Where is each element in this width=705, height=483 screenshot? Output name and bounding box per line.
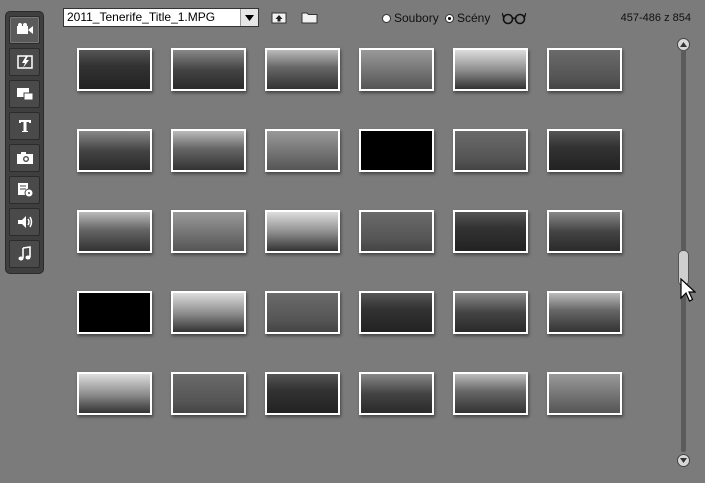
scene-thumbnail[interactable] [77, 129, 152, 172]
titles-tab[interactable] [9, 112, 40, 140]
view-scenes-label: Scény [457, 11, 491, 25]
scene-image-forest-trail [79, 50, 150, 89]
scene-image-flower-bush [79, 374, 150, 413]
chevron-down-icon [680, 458, 687, 463]
folder-icon [301, 12, 317, 24]
scene-image-garden-palms [455, 293, 526, 332]
title-text-icon [18, 120, 31, 132]
source-file-value: 2011_Tenerife_Title_1.MPG [67, 10, 216, 24]
scene-thumbnail[interactable] [171, 291, 246, 334]
music-tab[interactable] [9, 240, 40, 268]
scene-thumbnail[interactable] [453, 210, 528, 253]
scene-image-people-viewpoint [455, 50, 526, 89]
scene-thumbnail[interactable] [547, 48, 622, 91]
scene-thumbnail[interactable] [453, 372, 528, 415]
scene-thumbnail[interactable] [171, 210, 246, 253]
scene-image-black-frame [79, 293, 150, 332]
scene-thumbnail[interactable] [359, 372, 434, 415]
scene-thumbnail[interactable] [265, 48, 340, 91]
scene-thumbnail[interactable] [359, 291, 434, 334]
scene-image-green-hills [455, 131, 526, 170]
glasses-icon[interactable] [501, 11, 527, 30]
pip-tab[interactable] [9, 80, 40, 108]
scene-image-garden-trees [361, 293, 432, 332]
scene-image-black-frame [361, 131, 432, 170]
scene-image-forest-trees [173, 50, 244, 89]
scene-image-mountain-valley [267, 50, 338, 89]
scene-thumbnail[interactable] [453, 291, 528, 334]
transition-icon [16, 55, 33, 69]
scene-range-label: 457-486 z 854 [620, 12, 691, 24]
scene-thumbnail[interactable] [547, 129, 622, 172]
video-scenes-tab[interactable] [9, 16, 40, 44]
sound-effects-icon [17, 216, 32, 228]
scene-thumbnail[interactable] [77, 291, 152, 334]
scene-image-misty-ridge [361, 50, 432, 89]
menu-disc-icon [17, 183, 33, 198]
scene-thumbnail[interactable] [359, 129, 434, 172]
browse-folder-button[interactable] [300, 10, 318, 25]
scene-image-coastal-town [549, 212, 620, 251]
scene-image-shrub-valley [267, 212, 338, 251]
scene-thumbnail[interactable] [171, 372, 246, 415]
scene-image-coastal-mountain [455, 212, 526, 251]
sound-effects-tab[interactable] [9, 208, 40, 236]
scene-image-tree-avenue [549, 374, 620, 413]
picture-in-picture-icon [16, 88, 33, 101]
media-category-toolbar [6, 12, 43, 273]
view-scenes-radio[interactable]: Scény [445, 11, 490, 25]
scene-image-dark-cliff-sunset [79, 131, 150, 170]
scene-thumbnail[interactable] [265, 372, 340, 415]
scene-image-flower-garden [267, 374, 338, 413]
scene-image-green-trees [173, 374, 244, 413]
scene-image-old-building [455, 374, 526, 413]
scene-thumbnail[interactable] [359, 210, 434, 253]
scene-thumbnail[interactable] [77, 48, 152, 91]
scene-image-coastal-path [173, 131, 244, 170]
radio-checked-icon [445, 13, 454, 23]
scroll-down-button[interactable] [677, 454, 690, 467]
scene-image-forest-canopy [549, 293, 620, 332]
music-icon [18, 246, 31, 261]
chevron-down-icon[interactable] [240, 9, 258, 26]
view-files-label: Soubory [394, 11, 439, 25]
video-icon [16, 23, 33, 34]
scene-thumbnail[interactable] [547, 210, 622, 253]
disc-menus-tab[interactable] [9, 176, 40, 204]
scene-image-tree-lined-path [173, 293, 244, 332]
source-file-dropdown[interactable]: 2011_Tenerife_Title_1.MPG [63, 8, 259, 27]
scene-thumbnail[interactable] [265, 129, 340, 172]
scene-thumbnail[interactable] [171, 48, 246, 91]
transitions-tab[interactable] [9, 48, 40, 76]
scene-image-foggy-railing [549, 50, 620, 89]
scene-thumbnail[interactable] [77, 372, 152, 415]
camera-icon [16, 152, 33, 164]
scene-thumbnail[interactable] [265, 291, 340, 334]
photos-tab[interactable] [9, 144, 40, 172]
mouse-cursor-icon [680, 277, 697, 309]
scene-image-sea-horizon [361, 212, 432, 251]
scene-thumbnail[interactable] [453, 48, 528, 91]
scene-thumbnail[interactable] [77, 210, 152, 253]
folder-up-icon [271, 12, 287, 24]
scene-image-white-flowers [361, 374, 432, 413]
scene-thumbnail[interactable] [547, 291, 622, 334]
scene-thumbnail[interactable] [171, 129, 246, 172]
scene-image-hill-slope [549, 131, 620, 170]
folder-up-button[interactable] [270, 10, 288, 25]
scene-image-cactus-plants [173, 212, 244, 251]
radio-unchecked-icon [382, 13, 391, 23]
scene-thumbnail[interactable] [453, 129, 528, 172]
scene-image-church-tower [267, 293, 338, 332]
scene-thumbnail[interactable] [265, 210, 340, 253]
chevron-up-icon [680, 42, 687, 47]
scene-thumbnail[interactable] [359, 48, 434, 91]
scene-thumbnail[interactable] [547, 372, 622, 415]
scene-image-rocky-hills [267, 131, 338, 170]
scene-image-cliff-edge [79, 212, 150, 251]
view-files-radio[interactable]: Soubory [382, 11, 439, 25]
